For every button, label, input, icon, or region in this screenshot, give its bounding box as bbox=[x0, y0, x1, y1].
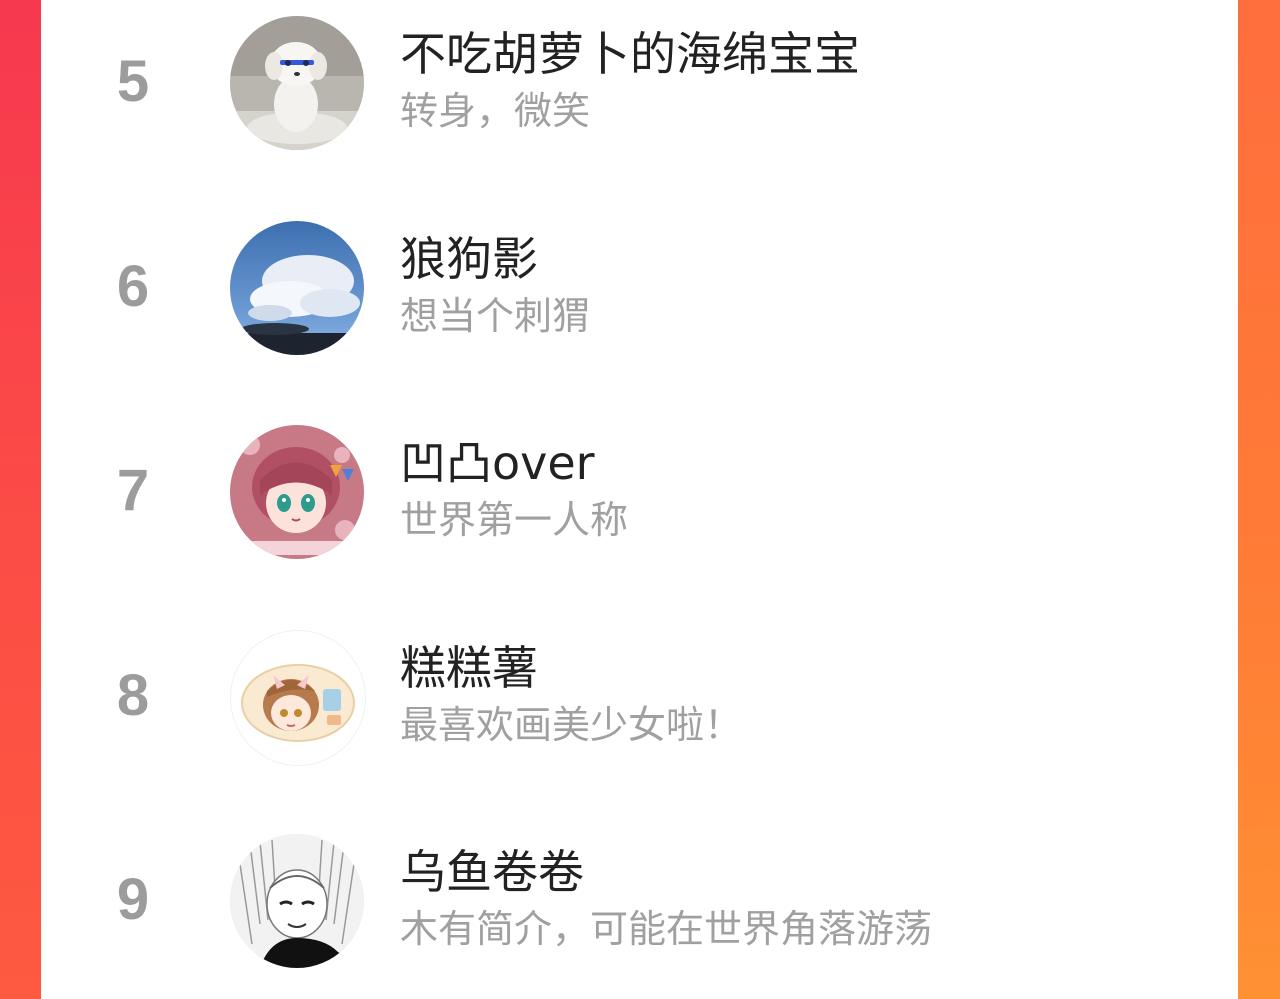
user-name[interactable]: 糕糕薯 bbox=[400, 640, 538, 696]
user-bio: 想当个刺猬 bbox=[400, 294, 591, 338]
anime-girl-pink-avatar-icon[interactable] bbox=[230, 425, 364, 559]
background-right-edge bbox=[1238, 0, 1280, 999]
user-bio: 转身，微笑 bbox=[400, 89, 591, 133]
user-bio: 最喜欢画美少女啦！ bbox=[400, 703, 743, 747]
rank-number: 7 bbox=[116, 458, 150, 523]
white-dog-avatar-icon[interactable] bbox=[230, 16, 364, 150]
user-name[interactable]: 乌鱼卷卷 bbox=[400, 844, 584, 900]
ranking-item[interactable]: 5 不吃胡萝卜的海绵宝宝 转身，微笑 bbox=[41, 2, 1238, 162]
background-left-edge bbox=[0, 0, 41, 999]
ranking-item[interactable]: 7 凹凸over 世界第一人称 bbox=[41, 411, 1238, 571]
manga-girl-bw-avatar-icon[interactable] bbox=[230, 834, 364, 968]
anime-girl-sticker-avatar-icon[interactable] bbox=[230, 630, 366, 766]
ranking-item[interactable]: 8 糕糕薯 最喜欢画美少女啦！ bbox=[41, 616, 1238, 776]
user-name[interactable]: 狼狗影 bbox=[400, 231, 538, 287]
user-bio: 木有简介，可能在世界角落游荡 bbox=[400, 907, 933, 951]
rank-number: 5 bbox=[116, 49, 150, 114]
ranking-card: 5 不吃胡萝卜的海绵宝宝 转身，微笑 6 狼狗影 想当个刺猬 7 凹凸over … bbox=[41, 0, 1238, 999]
user-name[interactable]: 不吃胡萝卜的海绵宝宝 bbox=[400, 26, 860, 82]
ranking-item[interactable]: 9 乌鱼卷卷 木有简介，可能在世界角落游荡 bbox=[41, 820, 1238, 980]
user-name[interactable]: 凹凸over bbox=[400, 435, 595, 491]
rank-number: 6 bbox=[116, 254, 150, 319]
rank-number: 9 bbox=[116, 867, 150, 932]
sky-clouds-avatar-icon[interactable] bbox=[230, 221, 364, 355]
rank-number: 8 bbox=[116, 663, 150, 728]
ranking-item[interactable]: 6 狼狗影 想当个刺猬 bbox=[41, 207, 1238, 367]
user-bio: 世界第一人称 bbox=[400, 498, 629, 542]
